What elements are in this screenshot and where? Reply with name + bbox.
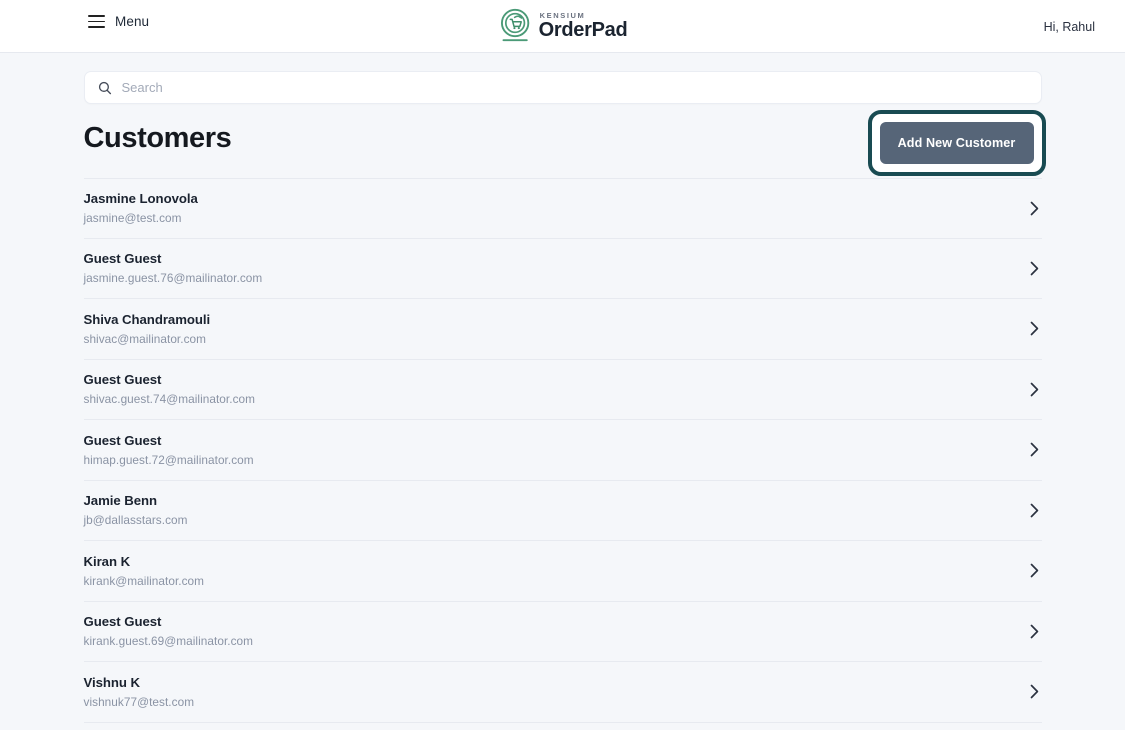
- customer-info: Kiran K kirank@mailinator.com: [84, 554, 205, 588]
- chevron-right-icon[interactable]: [1030, 684, 1039, 699]
- app-header: Menu KENSIUM OrderPad Hi, Rahul: [0, 0, 1125, 53]
- menu-button[interactable]: Menu: [88, 14, 149, 29]
- customer-name: Jasmine Lonovola: [83, 191, 198, 207]
- search-icon: [98, 81, 111, 94]
- customer-info: Vishnu K vishnuk77@test.com: [84, 675, 195, 709]
- customer-row[interactable]: Vishnu K vishnuk77@test.com: [83, 662, 1042, 723]
- customer-row[interactable]: Jamie Benn jb@dallasstars.com: [83, 481, 1042, 541]
- page-body: Customers Add New Customer Jasmine Lonov…: [0, 71, 1125, 723]
- customer-info: Guest Guest jasmine.guest.76@mailinator.…: [84, 251, 263, 285]
- customer-email: himap.guest.72@mailinator.com: [83, 452, 254, 467]
- customer-name: Jamie Benn: [83, 493, 158, 509]
- add-new-customer-highlight: Add New Customer: [867, 110, 1046, 176]
- customer-email: jasmine.guest.76@mailinator.com: [83, 271, 263, 286]
- search-input[interactable]: [121, 80, 1028, 95]
- customer-email: shivac@mailinator.com: [83, 331, 207, 346]
- customer-name: Guest Guest: [83, 614, 162, 630]
- chevron-right-icon[interactable]: [1030, 442, 1039, 457]
- add-new-customer-button[interactable]: Add New Customer: [879, 122, 1034, 164]
- customer-info: Jamie Benn jb@dallasstars.com: [84, 493, 188, 527]
- customer-info: Guest Guest himap.guest.72@mailinator.co…: [84, 433, 254, 467]
- customer-email: shivac.guest.74@mailinator.com: [83, 392, 256, 407]
- customer-name: Guest Guest: [83, 372, 162, 388]
- page-title: Customers: [83, 122, 232, 154]
- search-bar[interactable]: [83, 71, 1042, 104]
- customer-info: Shiva Chandramouli shivac@mailinator.com: [84, 312, 211, 346]
- customer-row[interactable]: Guest Guest jasmine.guest.76@mailinator.…: [83, 239, 1042, 299]
- customer-row[interactable]: Kiran K kirank@mailinator.com: [83, 541, 1042, 602]
- customer-row[interactable]: Jasmine Lonovola jasmine@test.com: [83, 178, 1042, 239]
- customer-email: vishnuk77@test.com: [83, 694, 195, 709]
- customer-name: Guest Guest: [83, 251, 162, 267]
- brand-logo[interactable]: KENSIUM OrderPad: [498, 7, 628, 45]
- menu-button-label: Menu: [115, 14, 150, 29]
- customer-name: Shiva Chandramouli: [83, 311, 211, 327]
- chevron-right-icon[interactable]: [1030, 624, 1039, 639]
- hamburger-icon: [88, 15, 105, 28]
- brand-kensium-label: KENSIUM: [539, 10, 586, 20]
- customer-name: Kiran K: [83, 553, 131, 569]
- chevron-right-icon[interactable]: [1030, 201, 1039, 216]
- customer-info: Guest Guest shivac.guest.74@mailinator.c…: [84, 372, 256, 406]
- chevron-right-icon[interactable]: [1030, 261, 1039, 276]
- customer-email: kirank.guest.69@mailinator.com: [83, 634, 254, 649]
- customer-email: jasmine@test.com: [83, 211, 182, 226]
- customer-list: Jasmine Lonovola jasmine@test.com Guest …: [83, 178, 1042, 723]
- customer-email: jb@dallasstars.com: [83, 513, 188, 528]
- chevron-right-icon[interactable]: [1030, 321, 1039, 336]
- chevron-right-icon[interactable]: [1030, 382, 1039, 397]
- customer-email: kirank@mailinator.com: [83, 573, 205, 588]
- customer-name: Vishnu K: [83, 674, 141, 690]
- customer-row[interactable]: Guest Guest shivac.guest.74@mailinator.c…: [83, 360, 1042, 420]
- chevron-right-icon[interactable]: [1030, 503, 1039, 518]
- chevron-right-icon[interactable]: [1030, 563, 1039, 578]
- customer-row[interactable]: Shiva Chandramouli shivac@mailinator.com: [83, 299, 1042, 360]
- user-greeting[interactable]: Hi, Rahul: [1044, 20, 1095, 34]
- cart-refresh-circle-logo-icon: [500, 8, 529, 42]
- brand-name-label: OrderPad: [538, 19, 628, 42]
- page-header-row: Customers Add New Customer: [83, 104, 1046, 178]
- customer-row[interactable]: Guest Guest kirank.guest.69@mailinator.c…: [83, 602, 1042, 662]
- customer-row[interactable]: Guest Guest himap.guest.72@mailinator.co…: [83, 420, 1042, 481]
- customer-name: Guest Guest: [83, 432, 162, 448]
- customer-info: Guest Guest kirank.guest.69@mailinator.c…: [84, 614, 254, 648]
- customer-info: Jasmine Lonovola jasmine@test.com: [84, 191, 198, 225]
